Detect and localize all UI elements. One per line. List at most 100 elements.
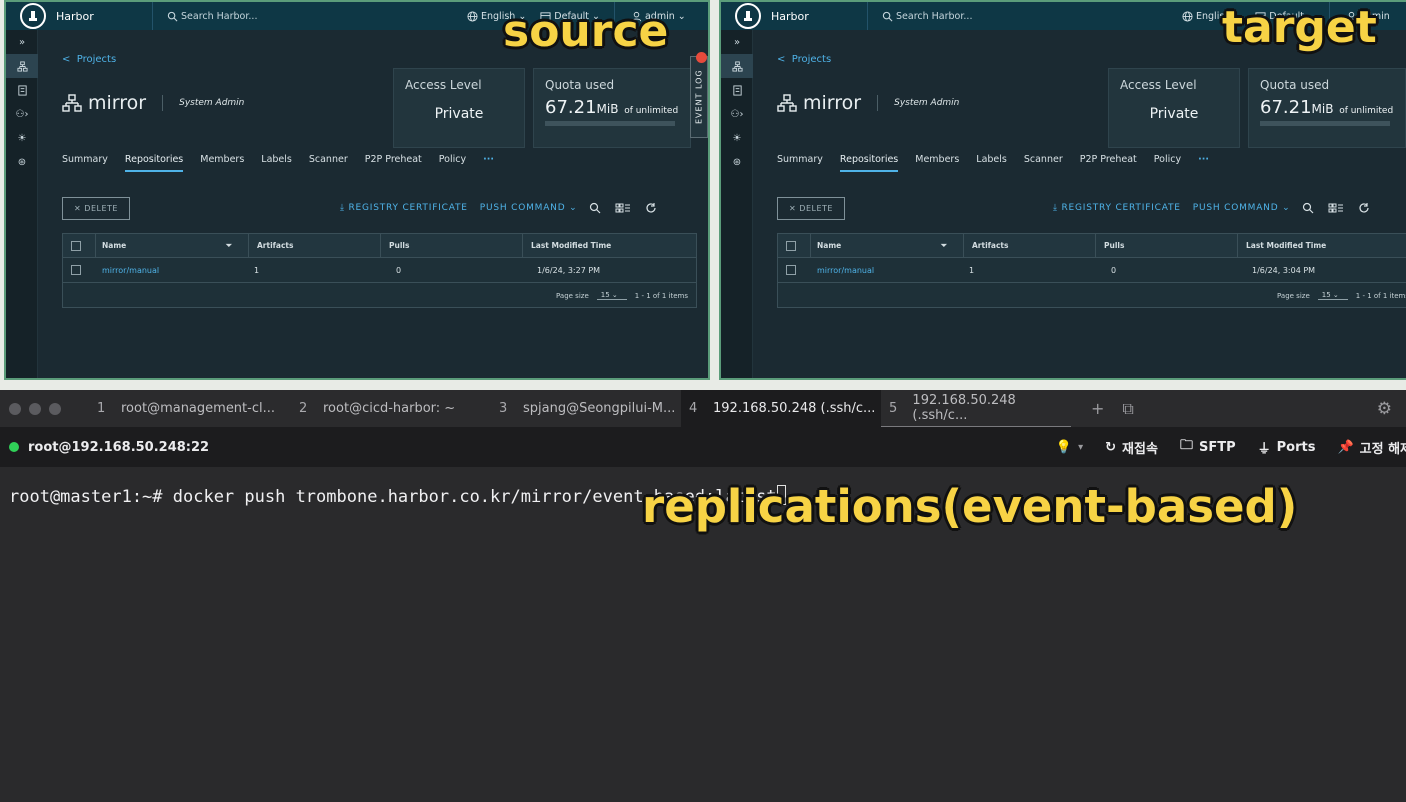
delete-button[interactable]: ✕ DELETE xyxy=(777,197,845,220)
search-icon[interactable] xyxy=(1302,202,1314,214)
refresh-icon[interactable] xyxy=(1358,202,1370,214)
harbor-logo-icon[interactable] xyxy=(20,3,46,29)
tab-policy[interactable]: Policy xyxy=(439,154,466,172)
tab-scanner[interactable]: Scanner xyxy=(309,154,348,172)
harbor-brand[interactable]: Harbor xyxy=(771,10,867,23)
ports-button[interactable]: ⏚ Ports xyxy=(1258,438,1316,457)
terminal-tab-5[interactable]: 5 192.168.50.248 (.ssh/c... xyxy=(881,390,1071,427)
tab-number: 3 xyxy=(499,401,508,416)
pin-button[interactable]: 📌 고정 해제 xyxy=(1337,438,1406,457)
column-name[interactable]: Name xyxy=(811,241,941,250)
tab-repositories[interactable]: Repositories xyxy=(124,154,184,172)
logs-nav-icon[interactable] xyxy=(6,78,38,102)
reconnect-button[interactable]: ↻ 재접속 xyxy=(1105,438,1158,457)
column-name[interactable]: Name xyxy=(96,241,226,250)
quota-number: 67.21 xyxy=(545,97,597,118)
globe-icon xyxy=(1182,10,1193,22)
column-artifacts[interactable]: Artifacts xyxy=(964,241,1095,250)
terminal-tab-3[interactable]: 3 spjang@Seongpilui-M... xyxy=(491,390,681,427)
tab-repositories[interactable]: Repositories xyxy=(839,154,899,172)
breadcrumb-projects: Projects xyxy=(791,54,832,65)
administration-nav-icon[interactable]: ⚇› xyxy=(6,102,38,126)
minimize-window-button[interactable] xyxy=(29,402,41,415)
column-pulls[interactable]: Pulls xyxy=(1096,241,1237,250)
tab-labels[interactable]: Labels xyxy=(261,154,292,172)
chevron-left-icon: < xyxy=(62,54,77,65)
delete-button[interactable]: ✕ DELETE xyxy=(62,197,130,220)
breadcrumb[interactable]: < Projects xyxy=(777,54,831,65)
column-artifacts[interactable]: Artifacts xyxy=(249,241,380,250)
tab-members[interactable]: Members xyxy=(915,154,959,172)
search-placeholder: Search Harbor... xyxy=(181,10,258,22)
tab-summary[interactable]: Summary xyxy=(62,154,108,172)
view-toggle-icon[interactable] xyxy=(1326,202,1346,214)
new-tab-icon[interactable]: + xyxy=(1091,399,1104,418)
column-last-modified[interactable]: Last Modified Time xyxy=(1238,241,1326,250)
search-input[interactable]: Search Harbor... xyxy=(167,11,467,22)
registry-certificate-button[interactable]: ⤓ REGISTRY CERTIFICATE xyxy=(1053,203,1181,213)
repository-link[interactable]: mirror/manual xyxy=(102,266,254,275)
project-icon xyxy=(777,94,797,112)
tab-p2p-preheat[interactable]: P2P Preheat xyxy=(1080,154,1137,172)
search-placeholder: Search Harbor... xyxy=(896,10,973,22)
breadcrumb[interactable]: < Projects xyxy=(62,54,116,65)
page-title: mirror System Admin xyxy=(62,92,244,114)
refresh-icon[interactable] xyxy=(645,202,657,214)
sftp-button[interactable]: 🗀 SFTP xyxy=(1180,436,1236,458)
settings-gear-icon[interactable]: ⚙ xyxy=(1377,399,1392,419)
theme-sun-icon[interactable]: ☀ xyxy=(6,126,38,150)
tab-labels[interactable]: Labels xyxy=(976,154,1007,172)
tab-more[interactable]: ··· xyxy=(1198,154,1209,172)
close-window-button[interactable] xyxy=(9,402,21,415)
quota-unit: MiB xyxy=(596,102,619,116)
tab-more[interactable]: ··· xyxy=(483,154,494,172)
tab-members[interactable]: Members xyxy=(200,154,244,172)
terminal-tab-2[interactable]: 2 root@cicd-harbor: ~ xyxy=(291,390,491,427)
theme-sun-icon[interactable]: ☀ xyxy=(721,126,753,150)
search-icon[interactable] xyxy=(589,202,601,214)
registry-certificate-button[interactable]: ⤓ REGISTRY CERTIFICATE xyxy=(340,203,468,213)
tab-overview-icon[interactable]: ⧉ xyxy=(1122,399,1133,419)
tab-policy[interactable]: Policy xyxy=(1154,154,1181,172)
header-divider xyxy=(867,2,868,30)
view-toggle-icon[interactable] xyxy=(613,202,633,214)
tab-scanner[interactable]: Scanner xyxy=(1024,154,1063,172)
page-size-select[interactable]: 15 ⌄ xyxy=(1317,291,1348,300)
collapse-nav-icon[interactable]: » xyxy=(721,30,753,54)
projects-nav-icon[interactable] xyxy=(6,54,38,78)
hint-bulb-icon[interactable]: 💡 ▾ xyxy=(1056,440,1083,455)
projects-nav-icon[interactable] xyxy=(721,54,753,78)
close-icon: ✕ xyxy=(789,204,800,213)
terminal-tab-1[interactable]: 1 root@management-cl... xyxy=(89,390,291,427)
select-all-checkbox[interactable] xyxy=(71,240,81,251)
terminal-tab-4[interactable]: 4 192.168.50.248 (.ssh/c... xyxy=(681,390,881,427)
event-log-label: EVENT LOG xyxy=(694,69,704,125)
row-checkbox[interactable] xyxy=(786,265,796,275)
source-caption: source xyxy=(503,6,669,57)
column-last-modified[interactable]: Last Modified Time xyxy=(523,241,611,250)
tab-p2p-preheat[interactable]: P2P Preheat xyxy=(365,154,422,172)
push-command-dropdown[interactable]: PUSH COMMAND ⌄ xyxy=(1193,203,1291,213)
logs-nav-icon[interactable] xyxy=(721,78,753,102)
tab-bar-actions: + ⧉ xyxy=(1091,399,1134,419)
harbor-logo-icon[interactable] xyxy=(735,3,761,29)
page-size-select[interactable]: 15 ⌄ xyxy=(596,291,627,300)
help-nav-icon[interactable]: ⊛ xyxy=(721,150,753,174)
tab-summary[interactable]: Summary xyxy=(777,154,823,172)
page-size-value: 15 xyxy=(600,291,610,299)
harbor-brand[interactable]: Harbor xyxy=(56,10,152,23)
push-command-dropdown[interactable]: PUSH COMMAND ⌄ xyxy=(480,203,578,213)
collapse-nav-icon[interactable]: » xyxy=(6,30,38,54)
repository-link[interactable]: mirror/manual xyxy=(817,266,969,275)
column-pulls[interactable]: Pulls xyxy=(381,241,522,250)
row-checkbox[interactable] xyxy=(71,265,81,275)
zoom-window-button[interactable] xyxy=(49,402,61,415)
event-log-button[interactable]: EVENT LOG xyxy=(690,56,708,138)
filter-icon[interactable]: ⏷ xyxy=(226,241,248,251)
search-input[interactable]: Search Harbor... xyxy=(882,11,1182,22)
help-nav-icon[interactable]: ⊛ xyxy=(6,150,38,174)
select-all-checkbox[interactable] xyxy=(786,240,796,251)
filter-icon[interactable]: ⏷ xyxy=(941,241,963,251)
administration-nav-icon[interactable]: ⚇› xyxy=(721,102,753,126)
target-harbor-window: Harbor Search Harbor... English ⌄ Default… xyxy=(719,0,1406,380)
